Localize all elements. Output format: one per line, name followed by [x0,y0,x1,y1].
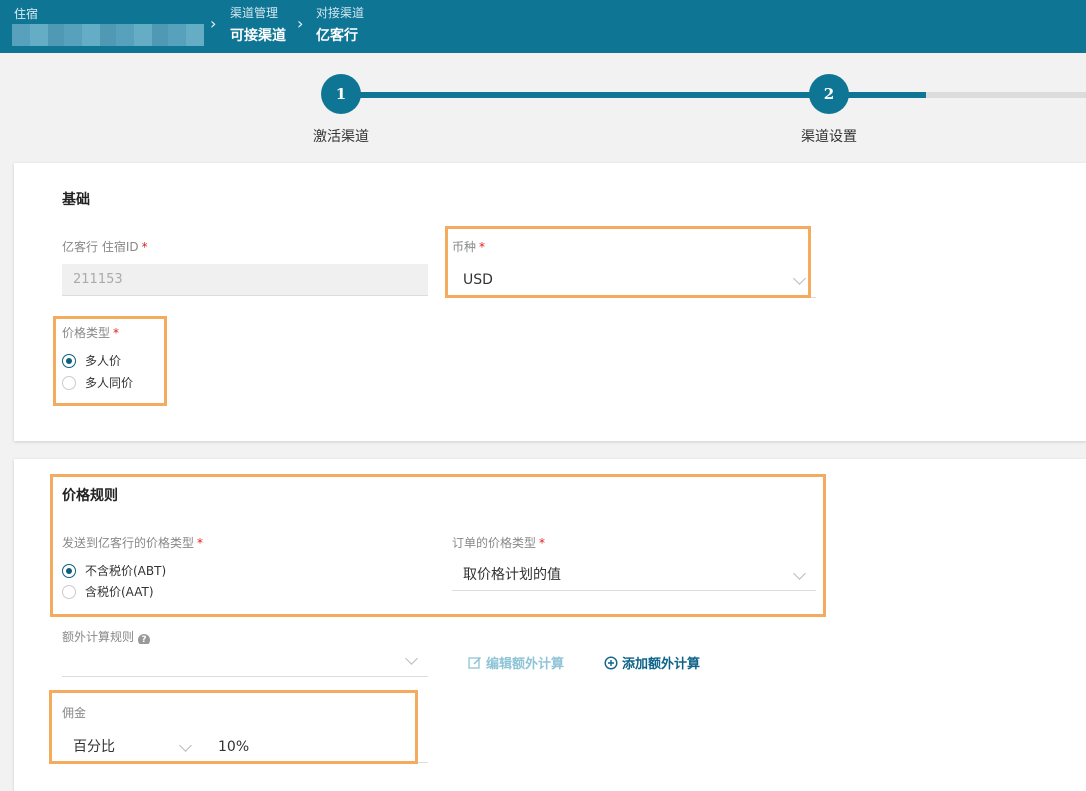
commission-value: 10% [218,739,250,755]
send-price-type-label: 发送到亿客行的价格类型 * [62,536,204,550]
commission-type-select[interactable]: 百分比 [62,731,202,763]
hotel-id-label: 亿客行 住宿ID * [62,240,148,254]
edit-icon [468,656,482,669]
breadcrumb-chevron-icon: › [210,14,217,33]
required-mark: * [113,326,120,340]
radio-selected-icon[interactable] [62,564,76,578]
top-bar: 住宿 › 渠道管理 可接渠道 › 对接渠道 亿客行 [0,0,1086,53]
breadcrumb-connected-channel[interactable]: 对接渠道 亿客行 [316,4,364,45]
required-mark: * [197,536,204,550]
price-type-label: 价格类型 * [62,326,120,340]
basic-settings-card [14,163,1086,441]
chevron-down-icon [793,567,806,580]
order-price-type-select[interactable]: 取价格计划的值 [452,559,816,591]
price-type-option-multi[interactable]: 多人价 [62,353,121,369]
order-price-type-value: 取价格计划的值 [463,567,561,583]
currency-label: 币种 * [452,240,486,254]
plus-circle-icon [604,656,618,670]
send-price-option-aat[interactable]: 含税价(AAT) [62,584,154,600]
edit-extra-calc-button[interactable]: 编辑额外计算 [468,653,564,672]
breadcrumb-chevron-icon: › [297,14,304,33]
breadcrumb-small-label: 对接渠道 [316,6,365,20]
step-1-label: 激活渠道 [313,129,369,145]
radio-selected-icon[interactable] [62,354,76,368]
breadcrumb-small-label: 渠道管理 [230,6,279,20]
breadcrumb-big-label: 可接渠道 [230,28,286,44]
breadcrumb-channel-management[interactable]: 渠道管理 可接渠道 [230,4,286,45]
pricing-section-title: 价格规则 [62,488,118,504]
currency-value: USD [463,272,493,288]
chevron-down-icon [793,272,806,285]
order-price-type-label: 订单的价格类型 * [452,536,546,550]
stepper-remaining-line [926,92,1086,98]
commission-value-input[interactable]: 10% [207,731,428,763]
chevron-down-icon [179,739,192,752]
chevron-down-icon [405,652,418,665]
basic-section-title: 基础 [62,192,90,208]
step-1-circle[interactable]: 1 [321,74,361,114]
hotel-name-blurred[interactable] [12,24,204,46]
step-2-circle[interactable]: 2 [809,74,849,114]
commission-type-value: 百分比 [73,739,115,755]
extra-calc-select[interactable] [62,644,428,677]
price-type-option-same[interactable]: 多人同价 [62,375,133,391]
step-2-label: 渠道设置 [801,129,857,145]
currency-select[interactable]: USD [452,264,816,298]
hotel-id-input: 211153 [62,264,428,296]
required-mark: * [539,536,546,550]
add-extra-calc-button[interactable]: 添加额外计算 [604,653,700,672]
breadcrumb-big-label: 亿客行 [316,28,358,44]
hotel-label: 住宿 [14,7,39,21]
required-mark: * [479,240,486,254]
required-mark: * [141,240,148,254]
radio-unselected-icon[interactable] [62,376,76,390]
radio-unselected-icon[interactable] [62,585,76,599]
commission-label: 佣金 [62,706,87,720]
send-price-option-abt[interactable]: 不含税价(ABT) [62,563,166,579]
